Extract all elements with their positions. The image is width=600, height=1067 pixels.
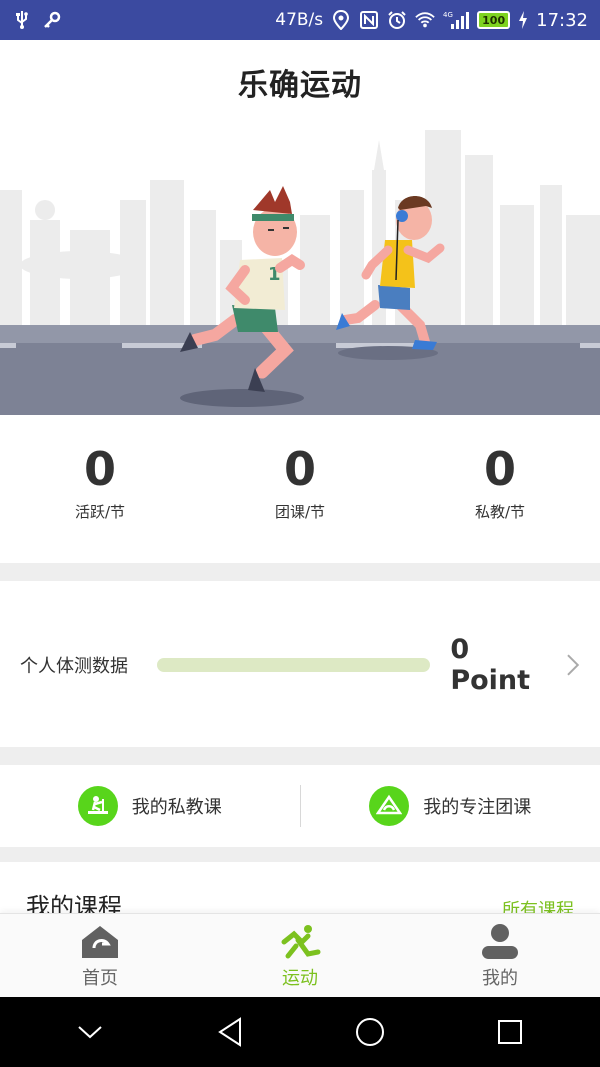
stat-value: 0 [483,442,516,496]
nfc-icon [359,10,379,30]
stat-label: 活跃/节 [74,503,126,522]
stat-group-class[interactable]: 0 团课/节 [200,430,400,550]
square-recents-icon [498,1020,522,1044]
collapse-button[interactable] [60,1002,120,1062]
tab-label: 我的 [482,967,518,989]
my-group-class-label: 我的专注团课 [423,797,532,818]
stat-active[interactable]: 0 活跃/节 [0,430,200,550]
network-type: 4G [443,11,453,19]
my-private-class-button[interactable]: 我的私教课 [0,765,300,847]
key-icon [42,10,62,30]
stat-value: 0 [83,442,116,496]
section-divider [0,747,600,765]
location-icon [331,10,351,30]
personal-training-icon [77,786,118,826]
hero-illustration: 1 [0,110,600,415]
charging-icon [518,10,528,30]
tab-label: 首页 [82,967,118,989]
tab-sport[interactable]: 运动 [200,914,400,997]
chevron-down-icon [78,1026,102,1039]
stat-value: 0 [283,442,316,496]
battery-indicator: 100 [477,11,511,29]
net-speed: 47B/s [275,10,324,30]
running-icon [281,924,321,958]
wifi-icon [415,10,435,30]
body-test-label: 个人体测数据 [20,655,128,677]
body-test-progress [157,657,431,672]
status-bar: 47B/s 4G 100 17:32 [0,0,600,40]
back-button[interactable] [200,1002,260,1062]
stat-label: 私教/节 [474,503,526,522]
system-nav-bar [0,997,600,1067]
body-test-row[interactable]: 个人体测数据 0 Point [0,582,600,747]
back-triangle-icon [218,1017,241,1047]
signal-icon: 4G [443,10,470,30]
recents-button[interactable] [480,1002,540,1062]
my-group-class-button[interactable]: 我的专注团课 [301,765,600,847]
page-title: 乐确运动 [238,68,362,103]
section-divider [0,563,600,581]
body-test-value: 0 Point [450,633,531,696]
group-class-icon [369,786,410,826]
usb-icon [12,10,32,30]
tab-label: 运动 [282,967,318,989]
home-button[interactable] [340,1002,400,1062]
stat-label: 团课/节 [274,503,326,522]
my-private-class-label: 我的私教课 [131,797,222,818]
user-icon [482,923,518,959]
tab-mine[interactable]: 我的 [400,914,600,997]
course-shortcuts: 我的私教课 我的专注团课 [0,765,600,847]
clock: 17:32 [536,9,588,31]
chevron-right-icon [567,653,580,676]
stat-private-class[interactable]: 0 私教/节 [400,430,600,550]
section-divider [0,847,600,862]
circle-home-icon [356,1018,384,1046]
alarm-icon [387,10,407,30]
stats-row: 0 活跃/节 0 团课/节 0 私教/节 [0,430,600,550]
bottom-tab-bar: 首页 运动 我的 [0,913,600,997]
home-icon [82,925,118,958]
tab-home[interactable]: 首页 [0,914,200,997]
